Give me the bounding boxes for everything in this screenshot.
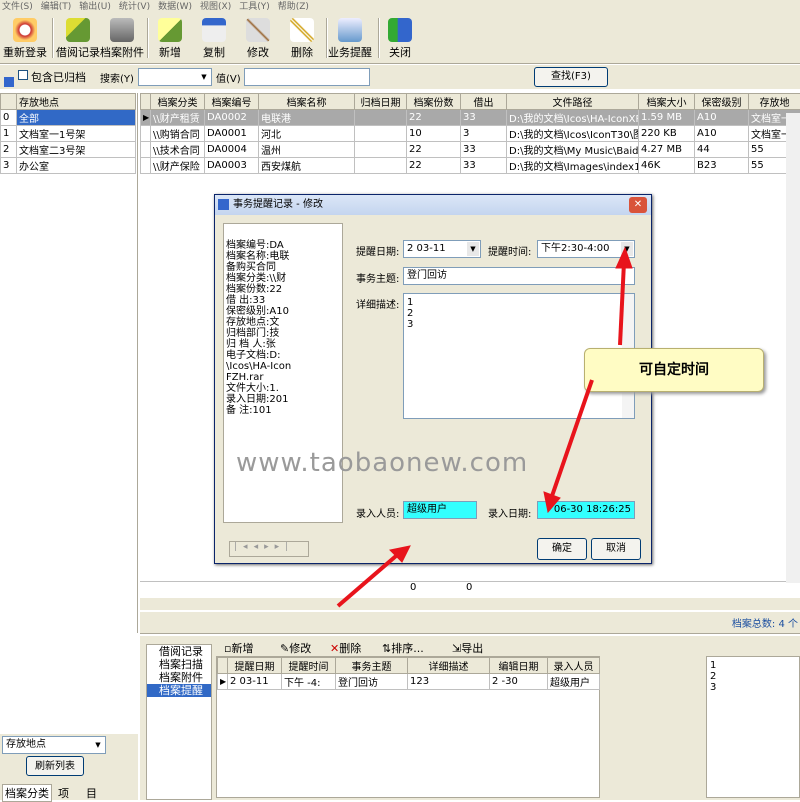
cell: 2 03-11 — [228, 674, 282, 690]
delete-icon: ✕ — [330, 642, 339, 655]
bottom-side-tabs: 借阅记录 档案扫描 档案附件 档案提醒 — [146, 644, 212, 800]
refresh-list-button[interactable]: 刷新列表 — [26, 756, 84, 776]
arrow-to-entry-date — [552, 380, 592, 496]
column-header[interactable]: 提醒时间 — [282, 658, 336, 674]
reminder-detail-box: 1 2 3 — [706, 656, 800, 798]
detail-line: 3 — [710, 682, 796, 693]
arrow-head — [544, 492, 560, 512]
bottom-export-label: 导出 — [461, 642, 483, 655]
column-header — [218, 658, 228, 674]
detail-line: 1 — [710, 660, 796, 671]
tab-archive-attachment[interactable]: 档案附件 — [147, 671, 211, 684]
detail-line: 2 — [710, 671, 796, 682]
cell: 2 -30 — [490, 674, 548, 690]
bottom-edit-label: 修改 — [289, 642, 311, 655]
tab-borrow-record[interactable]: 借阅记录 — [147, 645, 211, 658]
arrow-head — [616, 248, 632, 268]
bottom-edit-button[interactable]: ✎修改 — [280, 640, 311, 656]
arrow-to-dialog — [338, 556, 396, 606]
location-select[interactable]: 存放地点 ▼ — [2, 736, 106, 754]
bottom-delete-button[interactable]: ✕删除 — [330, 640, 361, 656]
tab-directory[interactable]: 目 — [86, 785, 97, 801]
arrow-to-time-select — [620, 262, 624, 345]
bottom-add-button[interactable]: ▫新增 — [224, 640, 253, 656]
bottom-sort-button[interactable]: ⇅排序... — [382, 640, 424, 656]
bottom-sort-label: 排序... — [391, 642, 424, 655]
tab-archive-reminder[interactable]: 档案提醒 — [147, 684, 211, 697]
column-header[interactable]: 事务主题 — [336, 658, 408, 674]
chevron-down-icon: ▼ — [92, 738, 104, 752]
left-footer: 存放地点 ▼ 刷新列表 档案分类 项 目 — [0, 734, 138, 800]
column-header[interactable]: 编辑日期 — [490, 658, 548, 674]
bottom-toolbar: ▫新增 ✎修改 ✕删除 ⇅排序... ⇲导出 — [222, 640, 602, 656]
column-header[interactable]: 录入人员 — [548, 658, 600, 674]
bottom-export-button[interactable]: ⇲导出 — [452, 640, 483, 656]
tab-archive-category[interactable]: 档案分类 — [2, 784, 52, 802]
column-header[interactable]: 提醒日期 — [228, 658, 282, 674]
cell: 登门回访 — [336, 674, 408, 690]
column-header[interactable]: 详细描述 — [408, 658, 490, 674]
reminder-grid: 提醒日期 提醒时间 事务主题 详细描述 编辑日期 录入人员 ▶ 2 03-11 … — [216, 656, 600, 798]
tab-archive-scan[interactable]: 档案扫描 — [147, 658, 211, 671]
tab-item[interactable]: 项 — [58, 785, 69, 801]
cell: 超级用户 — [548, 674, 600, 690]
cell: 123 — [408, 674, 490, 690]
reminder-header-row: 提醒日期 提醒时间 事务主题 详细描述 编辑日期 录入人员 — [218, 658, 600, 674]
bottom-add-label: 新增 — [231, 642, 253, 655]
table-row[interactable]: ▶ 2 03-11 下午 -4: 登门回访 123 2 -30 超级用户 — [218, 674, 600, 690]
row-pointer-icon: ▶ — [218, 674, 228, 690]
left-tabs: 档案分类 项 目 — [0, 782, 138, 800]
cell: 下午 -4: — [282, 674, 336, 690]
reminder-table: 提醒日期 提醒时间 事务主题 详细描述 编辑日期 录入人员 ▶ 2 03-11 … — [217, 657, 600, 690]
bottom-delete-label: 删除 — [339, 642, 361, 655]
location-select-value: 存放地点 — [6, 739, 46, 750]
